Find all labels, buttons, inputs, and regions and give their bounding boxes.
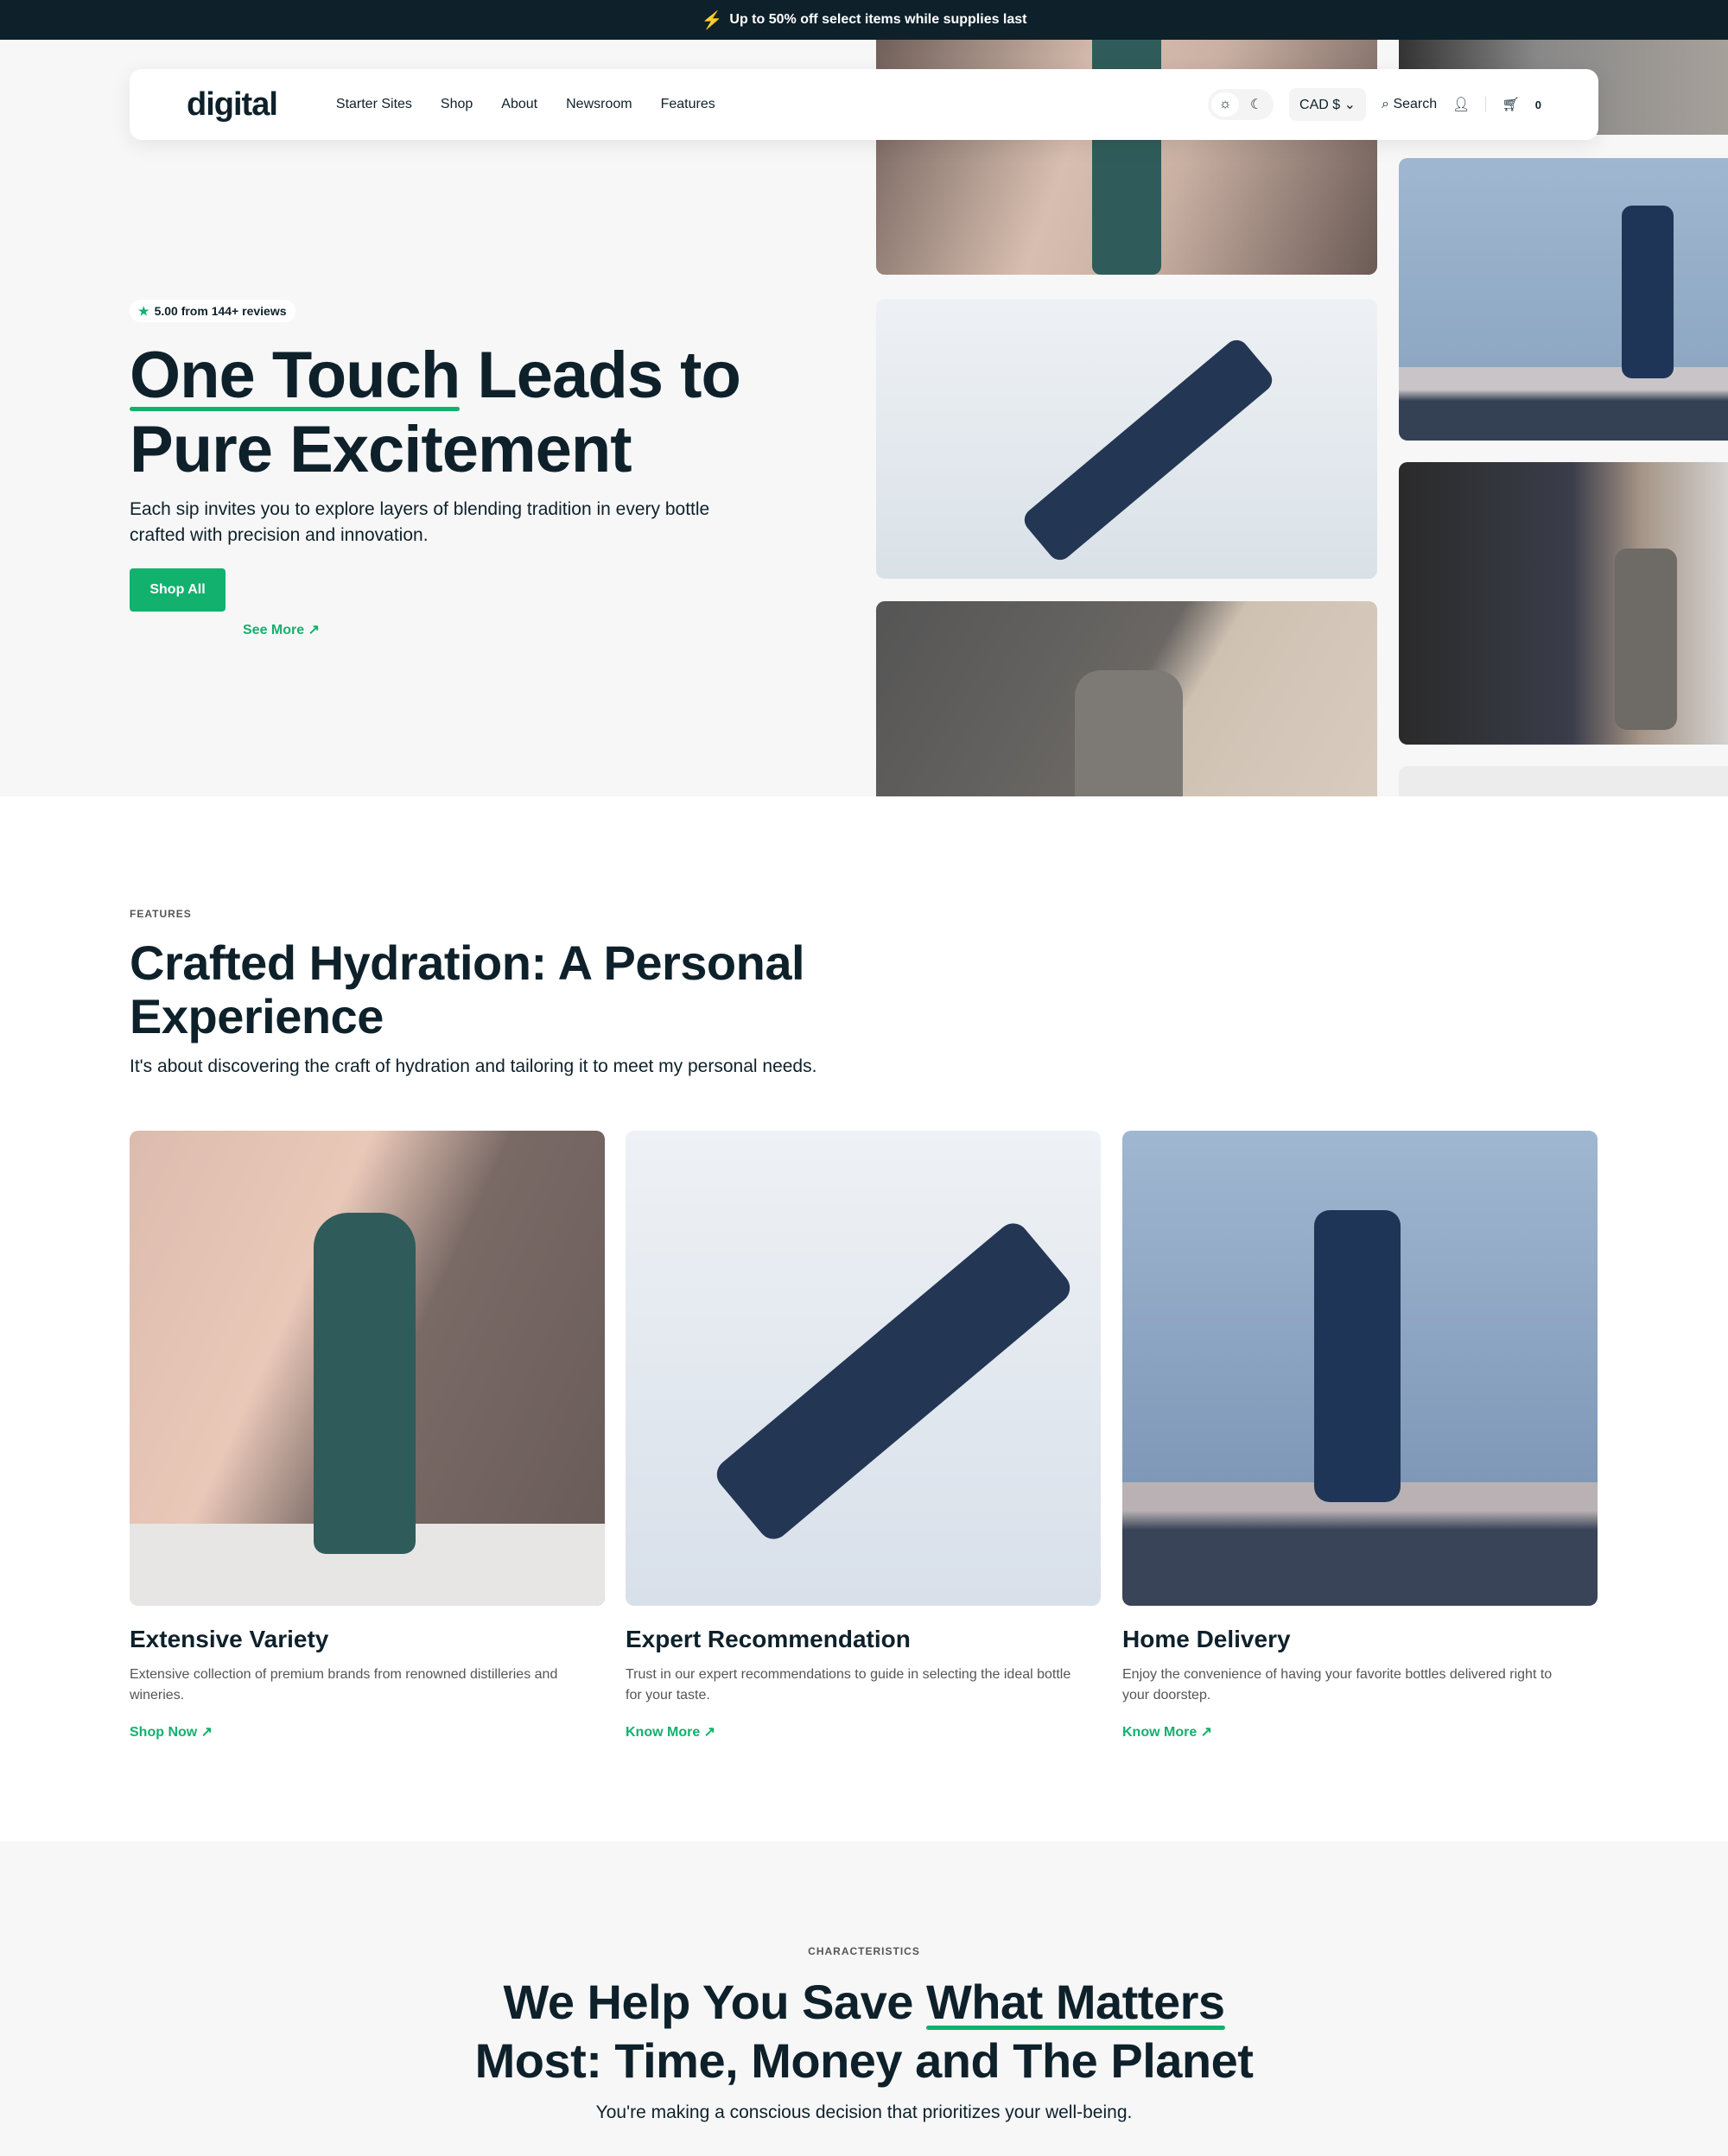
sun-icon[interactable]: ☼	[1211, 92, 1240, 117]
nav-about[interactable]: About	[501, 97, 537, 112]
characteristics-label: CHARACTERISTICS	[808, 1945, 920, 1957]
chevron-down-icon: ⌄	[1344, 98, 1356, 112]
characteristics-subtitle: You're making a conscious decision that …	[595, 2102, 1133, 2122]
card-title-recommendation: Expert Recommendation	[626, 1626, 911, 1652]
hero-title: One Touch Leads to Pure Excitement	[130, 339, 907, 487]
nav-starter-sites[interactable]: Starter Sites	[336, 97, 412, 112]
features-title: Crafted Hydration: A Personal Experience	[130, 935, 805, 1043]
star-icon: ★	[138, 303, 149, 318]
moon-icon[interactable]: ☾	[1242, 92, 1270, 117]
search-button[interactable]: ⌕ Search	[1382, 97, 1437, 112]
search-icon: ⌕	[1382, 97, 1389, 111]
logo[interactable]: digital	[187, 86, 278, 124]
features-label: FEATURES	[130, 908, 192, 920]
shop-all-button[interactable]: Shop All	[130, 568, 226, 612]
hero-image-gray-bottle	[876, 601, 1377, 796]
title-line2: Pure Excitement	[130, 413, 632, 486]
announcement-bar: ⚡ Up to 50% off select items while suppl…	[0, 0, 1728, 40]
theme-toggle[interactable]: ☼ ☾	[1208, 89, 1274, 120]
user-icon[interactable]: 👤︎	[1452, 96, 1470, 113]
lightning-icon: ⚡	[701, 10, 723, 30]
card-desc-variety: Extensive collection of premium brands f…	[130, 1667, 558, 1703]
rating-text: 5.00 from 144+ reviews	[154, 304, 287, 318]
main-nav: digital Starter Sites Shop About Newsroo…	[130, 69, 1598, 140]
announcement-text: Up to 50% off select items while supplie…	[729, 12, 1027, 27]
characteristics-section: CHARACTERISTICS We Help You Save What Ma…	[0, 1842, 1728, 2156]
hero-image-blue-bottle	[1399, 158, 1728, 441]
hero-lead: Each sip invites you to explore layers o…	[130, 499, 710, 545]
hero-image-placeholder	[1399, 766, 1728, 796]
shop-now-link[interactable]: Shop Now ↗	[130, 1723, 213, 1741]
know-more-link-recommendation[interactable]: Know More ↗	[626, 1723, 715, 1741]
title-part: We Help You Save	[503, 1975, 926, 2029]
hero-image-hand-bottle	[1399, 462, 1728, 745]
see-more-link[interactable]: See More ↗	[243, 621, 320, 638]
search-label: Search	[1393, 97, 1438, 111]
characteristics-title: We Help You Save What Matters Most: Time,…	[0, 1973, 1728, 2090]
feature-image-blue-bottle	[1122, 1131, 1598, 1606]
currency-value: CAD $	[1299, 98, 1341, 112]
hero-section: ★ 5.00 from 144+ reviews One Touch Leads…	[0, 40, 1728, 796]
divider	[1485, 97, 1487, 112]
title-highlight: What Matters	[925, 1973, 1225, 2032]
nav-features[interactable]: Features	[661, 97, 715, 112]
rating-badge: ★ 5.00 from 144+ reviews	[130, 300, 295, 322]
feature-image-splash-bottle	[626, 1131, 1101, 1606]
nav-newsroom[interactable]: Newsroom	[566, 97, 632, 112]
card-desc-recommendation: Trust in our expert recommendations to g…	[626, 1667, 1071, 1703]
currency-select[interactable]: CAD $ ⌄	[1289, 88, 1367, 121]
card-desc-delivery: Enjoy the convenience of having your fav…	[1122, 1667, 1553, 1703]
feature-image-green-bottle	[130, 1131, 605, 1606]
know-more-link-delivery[interactable]: Know More ↗	[1122, 1723, 1212, 1741]
cart-count: 0	[1534, 98, 1541, 111]
card-title-variety: Extensive Variety	[130, 1626, 329, 1652]
features-subtitle: It's about discovering the craft of hydr…	[130, 1056, 817, 1076]
hero-image-splash-bottle	[876, 299, 1377, 579]
title-line2: Most: Time, Money and The Planet	[474, 2033, 1254, 2088]
title-highlight: One Touch	[130, 339, 461, 412]
title-part: Leads to	[460, 339, 741, 412]
card-title-delivery: Home Delivery	[1122, 1626, 1291, 1652]
cart-icon[interactable]: 🛒︎	[1502, 96, 1519, 113]
nav-shop[interactable]: Shop	[441, 97, 473, 112]
